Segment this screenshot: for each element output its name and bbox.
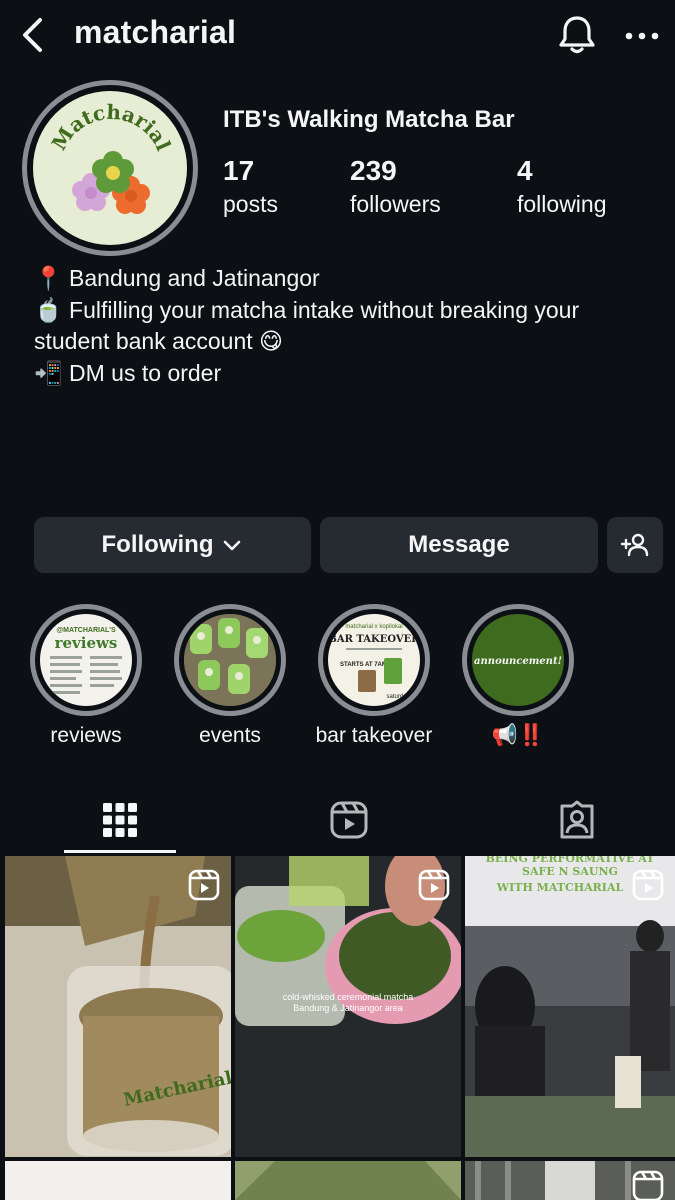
svg-text:matcharial x kopilokal: matcharial x kopilokal bbox=[345, 624, 402, 630]
following-label: following bbox=[517, 191, 607, 217]
post-tile[interactable] bbox=[235, 1161, 461, 1200]
svg-text:STARTS AT 7AM: STARTS AT 7AM bbox=[340, 662, 387, 668]
posts-count: 17 bbox=[223, 155, 255, 186]
tagged-icon bbox=[560, 800, 593, 839]
highlight-bar-takeover[interactable]: matcharial x kopilokal BAR TAKEOVER STAR… bbox=[304, 604, 444, 748]
highlight-cover-bar-takeover: matcharial x kopilokal BAR TAKEOVER STAR… bbox=[328, 614, 420, 706]
highlight-ring: announcement! bbox=[462, 604, 574, 716]
highlight-label: events bbox=[199, 724, 261, 747]
svg-text:BEING PERFORMATIVE AT: BEING PERFORMATIVE AT bbox=[486, 856, 656, 865]
svg-text:@MATCHARIAL'S: @MATCHARIAL'S bbox=[56, 627, 116, 634]
svg-text:SAFE N SAUNG: SAFE N SAUNG bbox=[522, 865, 618, 878]
highlight-label: reviews bbox=[50, 724, 122, 747]
active-tab-indicator bbox=[64, 850, 176, 853]
tab-reels[interactable] bbox=[236, 786, 461, 854]
highlight-ring: matcharial x kopilokal BAR TAKEOVER STAR… bbox=[318, 604, 430, 716]
posts-label: posts bbox=[223, 191, 278, 217]
followers-label: followers bbox=[350, 191, 441, 217]
followers-count: 239 bbox=[350, 155, 397, 186]
post-tile[interactable]: cold-whisked ceremonial matcha Bandung &… bbox=[235, 856, 461, 1157]
posts-stat[interactable]: 17 posts bbox=[223, 156, 278, 219]
bell-icon bbox=[559, 16, 595, 54]
highlight-label: 📢‼️ bbox=[491, 724, 545, 747]
avatar-image: Matcharial bbox=[33, 91, 187, 245]
post-tile[interactable]: BEING PERFORMATIVE AT SAFE N SAUNG WITH … bbox=[465, 856, 675, 1157]
highlight-label: bar takeover bbox=[315, 724, 433, 747]
post-thumbnail bbox=[235, 1161, 461, 1200]
followers-stat[interactable]: 239 followers bbox=[350, 156, 441, 219]
suggest-people-button[interactable] bbox=[607, 517, 663, 573]
add-person-icon bbox=[620, 533, 649, 557]
post-tile[interactable] bbox=[5, 1161, 231, 1200]
bio-line: student bank account 😋 bbox=[34, 328, 284, 354]
svg-text:announcement!: announcement! bbox=[474, 656, 562, 667]
highlight-reviews[interactable]: @MATCHARIAL'S reviews reviews bbox=[16, 604, 156, 748]
following-count: 4 bbox=[517, 155, 533, 186]
highlight-cover-events bbox=[184, 614, 276, 706]
more-options-button[interactable] bbox=[620, 16, 664, 56]
reel-icon bbox=[418, 869, 450, 901]
profile-avatar[interactable]: Matcharial bbox=[22, 80, 198, 256]
highlight-cover-announcement: announcement! bbox=[472, 614, 564, 706]
message-button[interactable]: Message bbox=[320, 517, 598, 573]
svg-text:BAR TAKEOVER: BAR TAKEOVER bbox=[328, 634, 420, 645]
following-stat[interactable]: 4 following bbox=[517, 156, 607, 219]
chevron-left-icon bbox=[23, 18, 42, 52]
profile-bio: 📍 Bandung and Jatinangor 🍵 Fulfilling yo… bbox=[34, 263, 654, 389]
chevron-down-icon bbox=[224, 540, 241, 551]
post-tile[interactable] bbox=[465, 1161, 675, 1200]
highlight-events[interactable]: events bbox=[160, 604, 300, 748]
reel-icon bbox=[632, 869, 664, 901]
profile-tabs bbox=[0, 786, 675, 854]
top-bar: matcharial bbox=[0, 0, 675, 72]
svg-text:saturday: saturday bbox=[386, 694, 409, 700]
reel-icon bbox=[632, 1170, 664, 1200]
more-horizontal-icon bbox=[625, 32, 659, 40]
svg-text:Bandung & Jatinangor area: Bandung & Jatinangor area bbox=[293, 1003, 403, 1013]
reel-icon bbox=[188, 869, 220, 901]
highlight-ring: @MATCHARIAL'S reviews bbox=[30, 604, 142, 716]
highlight-announcement[interactable]: announcement! 📢‼️ bbox=[448, 604, 588, 748]
svg-text:WITH MATCHARIAL: WITH MATCHARIAL bbox=[496, 881, 624, 894]
bio-line: 📲 DM us to order bbox=[34, 359, 222, 386]
notifications-button[interactable] bbox=[554, 12, 600, 58]
reels-icon bbox=[330, 801, 367, 839]
svg-text:reviews: reviews bbox=[55, 634, 118, 652]
following-button[interactable]: Following bbox=[34, 517, 311, 573]
tab-posts-grid[interactable] bbox=[7, 786, 232, 854]
bio-line: 🍵 Fulfilling your matcha intake without … bbox=[34, 296, 580, 323]
highlight-ring bbox=[174, 604, 286, 716]
bio-line: 📍 Bandung and Jatinangor bbox=[34, 265, 320, 291]
profile-display-name: ITB's Walking Matcha Bar bbox=[223, 106, 515, 133]
profile-username[interactable]: matcharial bbox=[74, 14, 236, 51]
posts-grid: Matcharial cold-whisked ceremonial match… bbox=[0, 856, 675, 1200]
highlight-cover-reviews: @MATCHARIAL'S reviews bbox=[40, 614, 132, 706]
grid-icon bbox=[102, 803, 137, 837]
svg-text:Matcharial: Matcharial bbox=[47, 100, 176, 155]
following-button-label: Following bbox=[101, 531, 214, 558]
message-button-label: Message bbox=[408, 531, 510, 558]
back-button[interactable] bbox=[16, 14, 52, 58]
tab-tagged[interactable] bbox=[464, 786, 675, 854]
post-tile[interactable]: Matcharial bbox=[5, 856, 231, 1157]
svg-text:cold-whisked ceremonial matcha: cold-whisked ceremonial matcha bbox=[283, 992, 414, 1002]
